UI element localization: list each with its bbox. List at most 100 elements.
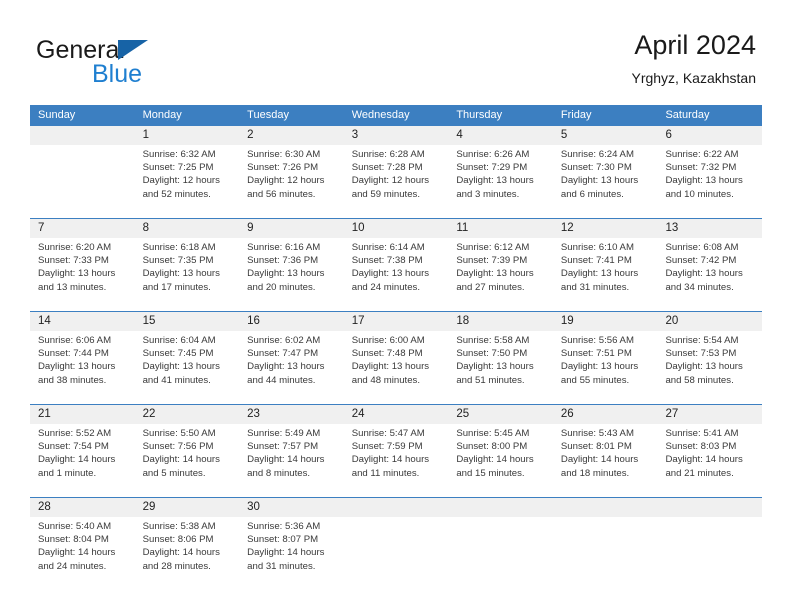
sunset-text: Sunset: 7:29 PM	[456, 162, 528, 174]
day-number[interactable]: 9	[239, 219, 344, 238]
day-cell[interactable]: Sunrise: 5:54 AM Sunset: 7:53 PM Dayligh…	[657, 331, 762, 404]
sunset-text: Sunset: 8:04 PM	[38, 534, 109, 546]
daylight-line2: and 10 minutes.	[665, 188, 734, 200]
daylight-line2: and 52 minutes.	[142, 188, 211, 200]
day-number[interactable]	[30, 126, 135, 145]
daylight-line1: Daylight: 13 hours	[560, 361, 639, 373]
day-number[interactable]: 10	[344, 219, 449, 238]
weekday-header-thursday: Thursday	[456, 109, 503, 121]
day-cell[interactable]	[344, 517, 449, 590]
sunset-text: Sunset: 7:35 PM	[142, 255, 214, 267]
sunset-text: Sunset: 7:59 PM	[351, 441, 423, 453]
day-cell[interactable]: Sunrise: 6:12 AM Sunset: 7:39 PM Dayligh…	[448, 238, 553, 311]
day-number[interactable]: 16	[239, 312, 344, 331]
day-number[interactable]: 3	[344, 126, 449, 145]
sunrise-text: Sunrise: 5:43 AM	[560, 428, 634, 439]
day-number[interactable]: 29	[135, 498, 240, 517]
day-cell[interactable]: Sunrise: 5:52 AM Sunset: 7:54 PM Dayligh…	[30, 424, 135, 497]
day-cell[interactable]	[657, 517, 762, 590]
day-number[interactable]: 30	[239, 498, 344, 517]
weekday-header-tuesday: Tuesday	[247, 109, 289, 121]
day-number[interactable]: 13	[657, 219, 762, 238]
day-number[interactable]: 12	[553, 219, 658, 238]
day-number[interactable]: 22	[135, 405, 240, 424]
day-cell[interactable]: Sunrise: 5:43 AM Sunset: 8:01 PM Dayligh…	[553, 424, 658, 497]
daylight-line1: Daylight: 13 hours	[247, 361, 325, 373]
day-number[interactable]: 20	[657, 312, 762, 331]
sunset-text: Sunset: 7:57 PM	[247, 441, 319, 453]
day-number[interactable]: 11	[448, 219, 553, 238]
day-cell[interactable]: Sunrise: 6:32 AM Sunset: 7:25 PM Dayligh…	[135, 145, 240, 218]
day-cell[interactable]: Sunrise: 5:50 AM Sunset: 7:56 PM Dayligh…	[135, 424, 240, 497]
calendar-week-row: 21 22 23 24 25 26 27 Sunrise: 5:52 AM Su…	[30, 404, 762, 497]
day-cell[interactable]: Sunrise: 6:10 AM Sunset: 7:41 PM Dayligh…	[553, 238, 658, 311]
day-cell[interactable]: Sunrise: 6:14 AM Sunset: 7:38 PM Dayligh…	[344, 238, 449, 311]
daylight-line2: and 41 minutes.	[142, 374, 211, 386]
day-number[interactable]: 14	[30, 312, 135, 331]
day-number[interactable]: 24	[344, 405, 449, 424]
daylight-line2: and 56 minutes.	[247, 188, 316, 200]
day-cell[interactable]: Sunrise: 6:26 AM Sunset: 7:29 PM Dayligh…	[448, 145, 553, 218]
day-cell[interactable]: Sunrise: 6:04 AM Sunset: 7:45 PM Dayligh…	[135, 331, 240, 404]
day-number[interactable]: 27	[657, 405, 762, 424]
sunrise-text: Sunrise: 6:26 AM	[456, 149, 530, 160]
sunset-text: Sunset: 7:39 PM	[456, 255, 528, 267]
day-cell[interactable]	[30, 145, 135, 218]
day-number[interactable]: 7	[30, 219, 135, 238]
day-cell[interactable]: Sunrise: 6:24 AM Sunset: 7:30 PM Dayligh…	[553, 145, 658, 218]
day-cell[interactable]: Sunrise: 6:20 AM Sunset: 7:33 PM Dayligh…	[30, 238, 135, 311]
day-cell[interactable]: Sunrise: 6:08 AM Sunset: 7:42 PM Dayligh…	[657, 238, 762, 311]
day-number[interactable]: 18	[448, 312, 553, 331]
day-number[interactable]	[553, 498, 658, 517]
daylight-line2: and 31 minutes.	[247, 560, 316, 572]
page-header: General Blue April 2024 Yrghyz, Kazakhst…	[36, 28, 756, 98]
day-number[interactable]: 23	[239, 405, 344, 424]
day-number[interactable]: 8	[135, 219, 240, 238]
day-number[interactable]: 1	[135, 126, 240, 145]
day-cell[interactable]: Sunrise: 6:00 AM Sunset: 7:48 PM Dayligh…	[344, 331, 449, 404]
day-number[interactable]: 28	[30, 498, 135, 517]
day-cell[interactable]: Sunrise: 6:22 AM Sunset: 7:32 PM Dayligh…	[657, 145, 762, 218]
day-cell[interactable]: Sunrise: 5:49 AM Sunset: 7:57 PM Dayligh…	[239, 424, 344, 497]
general-blue-logo[interactable]: General Blue	[36, 36, 216, 94]
day-cell[interactable]: Sunrise: 5:45 AM Sunset: 8:00 PM Dayligh…	[448, 424, 553, 497]
day-cell[interactable]: Sunrise: 5:58 AM Sunset: 7:50 PM Dayligh…	[448, 331, 553, 404]
calendar-page: General Blue April 2024 Yrghyz, Kazakhst…	[0, 0, 792, 612]
day-cell[interactable]: Sunrise: 6:18 AM Sunset: 7:35 PM Dayligh…	[135, 238, 240, 311]
day-cell[interactable]: Sunrise: 5:36 AM Sunset: 8:07 PM Dayligh…	[239, 517, 344, 590]
day-cell[interactable]: Sunrise: 5:38 AM Sunset: 8:06 PM Dayligh…	[135, 517, 240, 590]
day-number[interactable]: 17	[344, 312, 449, 331]
day-number[interactable]: 25	[448, 405, 553, 424]
day-cell[interactable]: Sunrise: 5:56 AM Sunset: 7:51 PM Dayligh…	[553, 331, 658, 404]
daylight-line2: and 24 minutes.	[38, 560, 107, 572]
sunrise-text: Sunrise: 6:18 AM	[142, 242, 216, 253]
week-day-details: Sunrise: 6:06 AM Sunset: 7:44 PM Dayligh…	[30, 331, 762, 404]
day-number[interactable]: 15	[135, 312, 240, 331]
day-number[interactable]	[448, 498, 553, 517]
day-cell[interactable]: Sunrise: 5:47 AM Sunset: 7:59 PM Dayligh…	[344, 424, 449, 497]
week-day-details: Sunrise: 5:40 AM Sunset: 8:04 PM Dayligh…	[30, 517, 762, 590]
week-day-details: Sunrise: 5:52 AM Sunset: 7:54 PM Dayligh…	[30, 424, 762, 497]
day-number[interactable]: 2	[239, 126, 344, 145]
day-cell[interactable]: Sunrise: 6:02 AM Sunset: 7:47 PM Dayligh…	[239, 331, 344, 404]
day-cell[interactable]: Sunrise: 6:30 AM Sunset: 7:26 PM Dayligh…	[239, 145, 344, 218]
sunset-text: Sunset: 8:01 PM	[560, 441, 632, 453]
day-cell[interactable]: Sunrise: 5:40 AM Sunset: 8:04 PM Dayligh…	[30, 517, 135, 590]
calendar-grid: Sunday Monday Tuesday Wednesday Thursday…	[30, 105, 762, 590]
day-cell[interactable]: Sunrise: 5:41 AM Sunset: 8:03 PM Dayligh…	[657, 424, 762, 497]
day-cell[interactable]	[553, 517, 658, 590]
day-number[interactable]: 26	[553, 405, 658, 424]
sunset-text: Sunset: 8:06 PM	[142, 534, 214, 546]
day-cell[interactable]: Sunrise: 6:16 AM Sunset: 7:36 PM Dayligh…	[239, 238, 344, 311]
day-number[interactable]: 6	[657, 126, 762, 145]
day-number[interactable]: 5	[553, 126, 658, 145]
day-cell[interactable]	[448, 517, 553, 590]
daylight-line2: and 3 minutes.	[456, 188, 520, 200]
day-cell[interactable]: Sunrise: 6:06 AM Sunset: 7:44 PM Dayligh…	[30, 331, 135, 404]
day-number[interactable]	[344, 498, 449, 517]
day-number[interactable]: 19	[553, 312, 658, 331]
day-number[interactable]: 4	[448, 126, 553, 145]
day-number[interactable]: 21	[30, 405, 135, 424]
day-number[interactable]	[657, 498, 762, 517]
day-cell[interactable]: Sunrise: 6:28 AM Sunset: 7:28 PM Dayligh…	[344, 145, 449, 218]
